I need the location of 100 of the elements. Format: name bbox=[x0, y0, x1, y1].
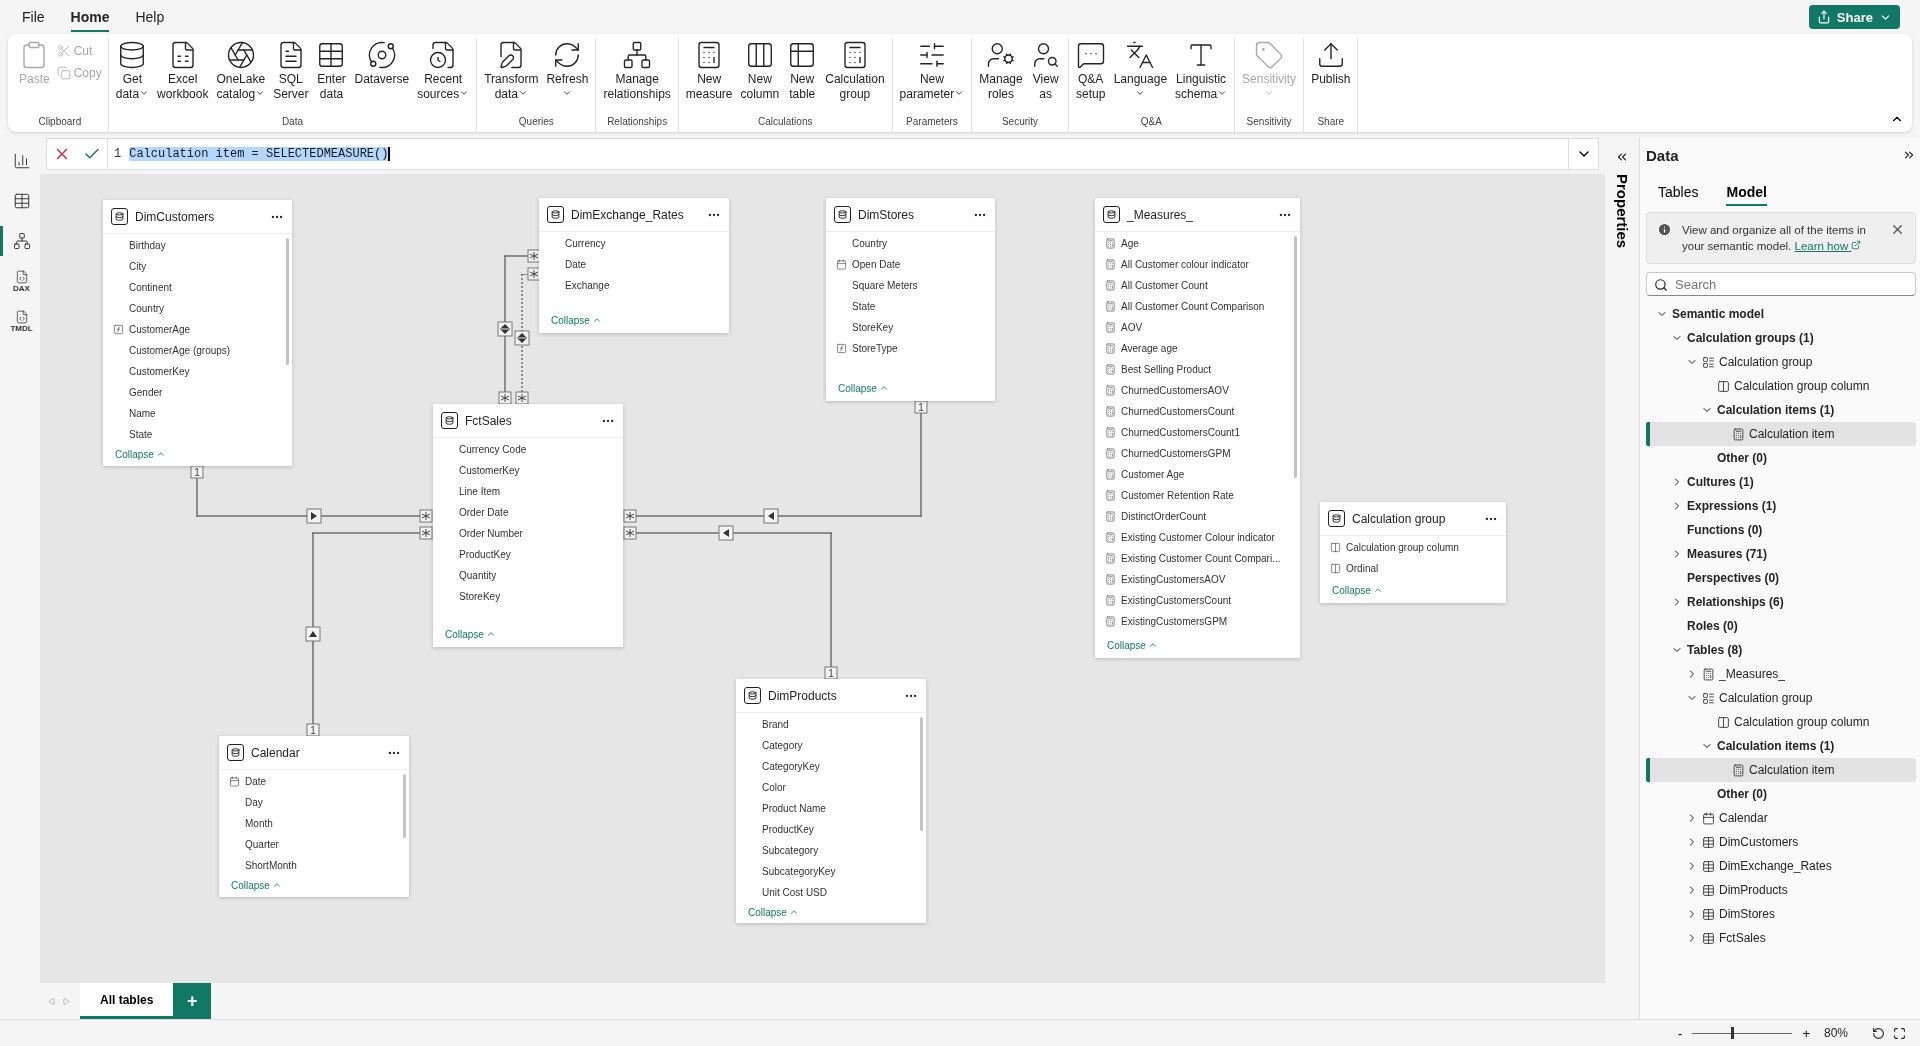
ribbon-button[interactable]: Refresh bbox=[543, 38, 592, 104]
field-name[interactable]: Currency bbox=[565, 238, 606, 249]
field-name[interactable]: Name bbox=[129, 408, 156, 419]
tree-item[interactable]: Calendar bbox=[1646, 806, 1916, 830]
field-name[interactable]: Quarter bbox=[245, 839, 279, 850]
field-name[interactable]: Average age bbox=[1121, 343, 1178, 354]
collapse-link[interactable]: Collapse bbox=[736, 903, 799, 925]
ribbon-button[interactable]: Manage roles bbox=[976, 38, 1026, 104]
relationship-line[interactable] bbox=[196, 515, 421, 517]
tree-item[interactable]: DimProducts bbox=[1646, 878, 1916, 902]
collapse-link[interactable]: Collapse bbox=[539, 311, 602, 333]
collapse-link[interactable]: Collapse bbox=[219, 876, 282, 898]
field-name[interactable]: City bbox=[129, 261, 147, 272]
share-button[interactable]: Share bbox=[1808, 5, 1900, 29]
field-name[interactable]: Customer Age bbox=[1121, 469, 1185, 480]
field-name[interactable]: CustomerKey bbox=[129, 366, 190, 377]
field-name[interactable]: Order Date bbox=[459, 507, 509, 518]
tree-item[interactable]: Calculation group bbox=[1646, 350, 1916, 374]
field-name[interactable]: Country bbox=[129, 303, 164, 314]
panel-tab[interactable]: Model bbox=[1726, 180, 1767, 206]
menu-tab[interactable]: Help bbox=[135, 2, 165, 32]
view-button[interactable]: TMDL bbox=[0, 306, 40, 336]
tree-item[interactable]: Expressions (1) bbox=[1646, 494, 1916, 518]
collapse-link[interactable]: Collapse bbox=[1320, 581, 1383, 603]
layout-tab[interactable]: All tables bbox=[80, 983, 174, 1019]
field-name[interactable]: All Customer colour indicator bbox=[1121, 259, 1249, 270]
field-name[interactable]: Existing Customer Colour indicator bbox=[1121, 532, 1275, 543]
tree-item[interactable]: Other (0) bbox=[1646, 782, 1916, 806]
field-name[interactable]: Unit Cost USD bbox=[762, 887, 827, 898]
ribbon-button[interactable]: New measure bbox=[682, 38, 736, 104]
field-name[interactable]: Line Item bbox=[459, 486, 501, 497]
field-name[interactable]: Ordinal bbox=[1346, 563, 1379, 574]
field-name[interactable]: CustomerAge (groups) bbox=[129, 345, 231, 356]
scrollbar-thumb[interactable] bbox=[1294, 236, 1297, 479]
tree-item[interactable]: Measures (71) bbox=[1646, 542, 1916, 566]
field-name[interactable]: All Customer Count Comparison bbox=[1121, 301, 1265, 312]
field-name[interactable]: Continent bbox=[129, 282, 172, 293]
field-name[interactable]: Best Selling Product bbox=[1121, 364, 1212, 375]
tree-item[interactable]: Functions (0) bbox=[1646, 518, 1916, 542]
tree-item[interactable]: Calculation items (1) bbox=[1646, 734, 1916, 758]
tree-item[interactable]: Tables (8) bbox=[1646, 638, 1916, 662]
collapse-link[interactable]: Collapse bbox=[433, 625, 496, 647]
tree-item[interactable]: Calculation item bbox=[1646, 758, 1916, 782]
field-name[interactable]: Age bbox=[1121, 238, 1139, 249]
table-card[interactable]: Calculation group Calculation group column Ordinal Collapse bbox=[1320, 502, 1506, 603]
collapse-link[interactable]: Collapse bbox=[103, 445, 166, 467]
collapse-icon[interactable] bbox=[1902, 148, 1916, 162]
tree-item[interactable]: DimExchange_Rates bbox=[1646, 854, 1916, 878]
field-name[interactable]: AOV bbox=[1121, 322, 1143, 333]
field-name[interactable]: Birthday bbox=[129, 240, 166, 251]
field-name[interactable]: CategoryKey bbox=[762, 761, 820, 772]
field-name[interactable]: ChurnedCustomersGPM bbox=[1121, 448, 1231, 459]
relationship-line[interactable] bbox=[504, 255, 506, 393]
tree-item[interactable]: Semantic model bbox=[1646, 302, 1916, 326]
tree-item[interactable]: Cultures (1) bbox=[1646, 470, 1916, 494]
ribbon-button[interactable]: Language bbox=[1110, 38, 1171, 104]
table-card[interactable]: DimCustomers Birthday City Continent Country CustomerAge CustomerAge (groups) CustomerKey Gender Name State Collapse bbox=[103, 200, 292, 466]
field-name[interactable]: Calculation group column bbox=[1346, 542, 1459, 553]
zoom-in-button[interactable]: + bbox=[1800, 1025, 1812, 1041]
field-name[interactable]: Category bbox=[762, 740, 803, 751]
table-card[interactable]: FctSales Currency Code CustomerKey Line Item Order Date Order Number ProductKey Quantity StoreKey Collapse bbox=[433, 404, 623, 647]
field-name[interactable]: ChurnedCustomersAOV bbox=[1121, 385, 1229, 396]
field-name[interactable]: Color bbox=[762, 782, 786, 793]
zoom-out-button[interactable]: - bbox=[1676, 1025, 1685, 1041]
field-name[interactable]: Date bbox=[245, 776, 267, 787]
tree-item[interactable]: Calculation group bbox=[1646, 686, 1916, 710]
table-card[interactable] bbox=[1095, 198, 1300, 658]
field-name[interactable]: ExistingCustomersCount bbox=[1121, 595, 1232, 606]
view-button[interactable]: DAX bbox=[0, 266, 40, 296]
add-tab-button[interactable]: + bbox=[173, 983, 212, 1019]
tree-item[interactable]: FctSales bbox=[1646, 926, 1916, 950]
field-name[interactable]: State bbox=[129, 429, 153, 440]
ribbon-button[interactable]: Dataverse bbox=[351, 38, 413, 89]
ribbon-button[interactable]: Enter data bbox=[313, 38, 350, 104]
ribbon-button[interactable]: Get data bbox=[112, 38, 153, 104]
ribbon-button[interactable]: Linguistic schema bbox=[1172, 38, 1231, 104]
field-name[interactable]: Subcategory bbox=[762, 845, 819, 856]
field-name[interactable]: State bbox=[852, 301, 876, 312]
table-card[interactable]: DimExchange_Rates Currency Date Exchange Collapse bbox=[539, 198, 729, 333]
scrollbar-thumb[interactable] bbox=[286, 238, 289, 365]
field-name[interactable]: ExistingCustomersGPM bbox=[1121, 616, 1228, 627]
menu-tab[interactable]: Home bbox=[70, 2, 110, 32]
field-name[interactable]: ProductKey bbox=[762, 824, 814, 835]
ribbon-button[interactable]: New column bbox=[737, 38, 783, 104]
panel-tab[interactable]: Tables bbox=[1658, 180, 1699, 206]
field-name[interactable]: CustomerAge bbox=[129, 324, 191, 335]
tree-item[interactable]: Calculation items (1) bbox=[1646, 398, 1916, 422]
learn-how-link[interactable]: Learn how bbox=[1794, 240, 1862, 252]
field-name[interactable]: StoreType bbox=[852, 343, 898, 354]
field-name[interactable]: Existing Customer Count Compari... bbox=[1121, 553, 1281, 564]
field-name[interactable]: All Customer Count bbox=[1121, 280, 1208, 291]
ribbon-button[interactable]: New table bbox=[784, 38, 821, 104]
ribbon-button[interactable]: New parameter bbox=[896, 38, 968, 104]
ribbon-button[interactable]: Q&A setup bbox=[1072, 38, 1109, 104]
tree-item[interactable]: Roles (0) bbox=[1646, 614, 1916, 638]
field-name[interactable]: Currency Code bbox=[459, 444, 527, 455]
field-name[interactable]: Day bbox=[245, 797, 263, 808]
field-name[interactable]: ChurnedCustomersCount bbox=[1121, 406, 1235, 417]
ribbon-button[interactable]: View as bbox=[1027, 38, 1064, 104]
scrollbar-thumb[interactable] bbox=[920, 717, 923, 831]
